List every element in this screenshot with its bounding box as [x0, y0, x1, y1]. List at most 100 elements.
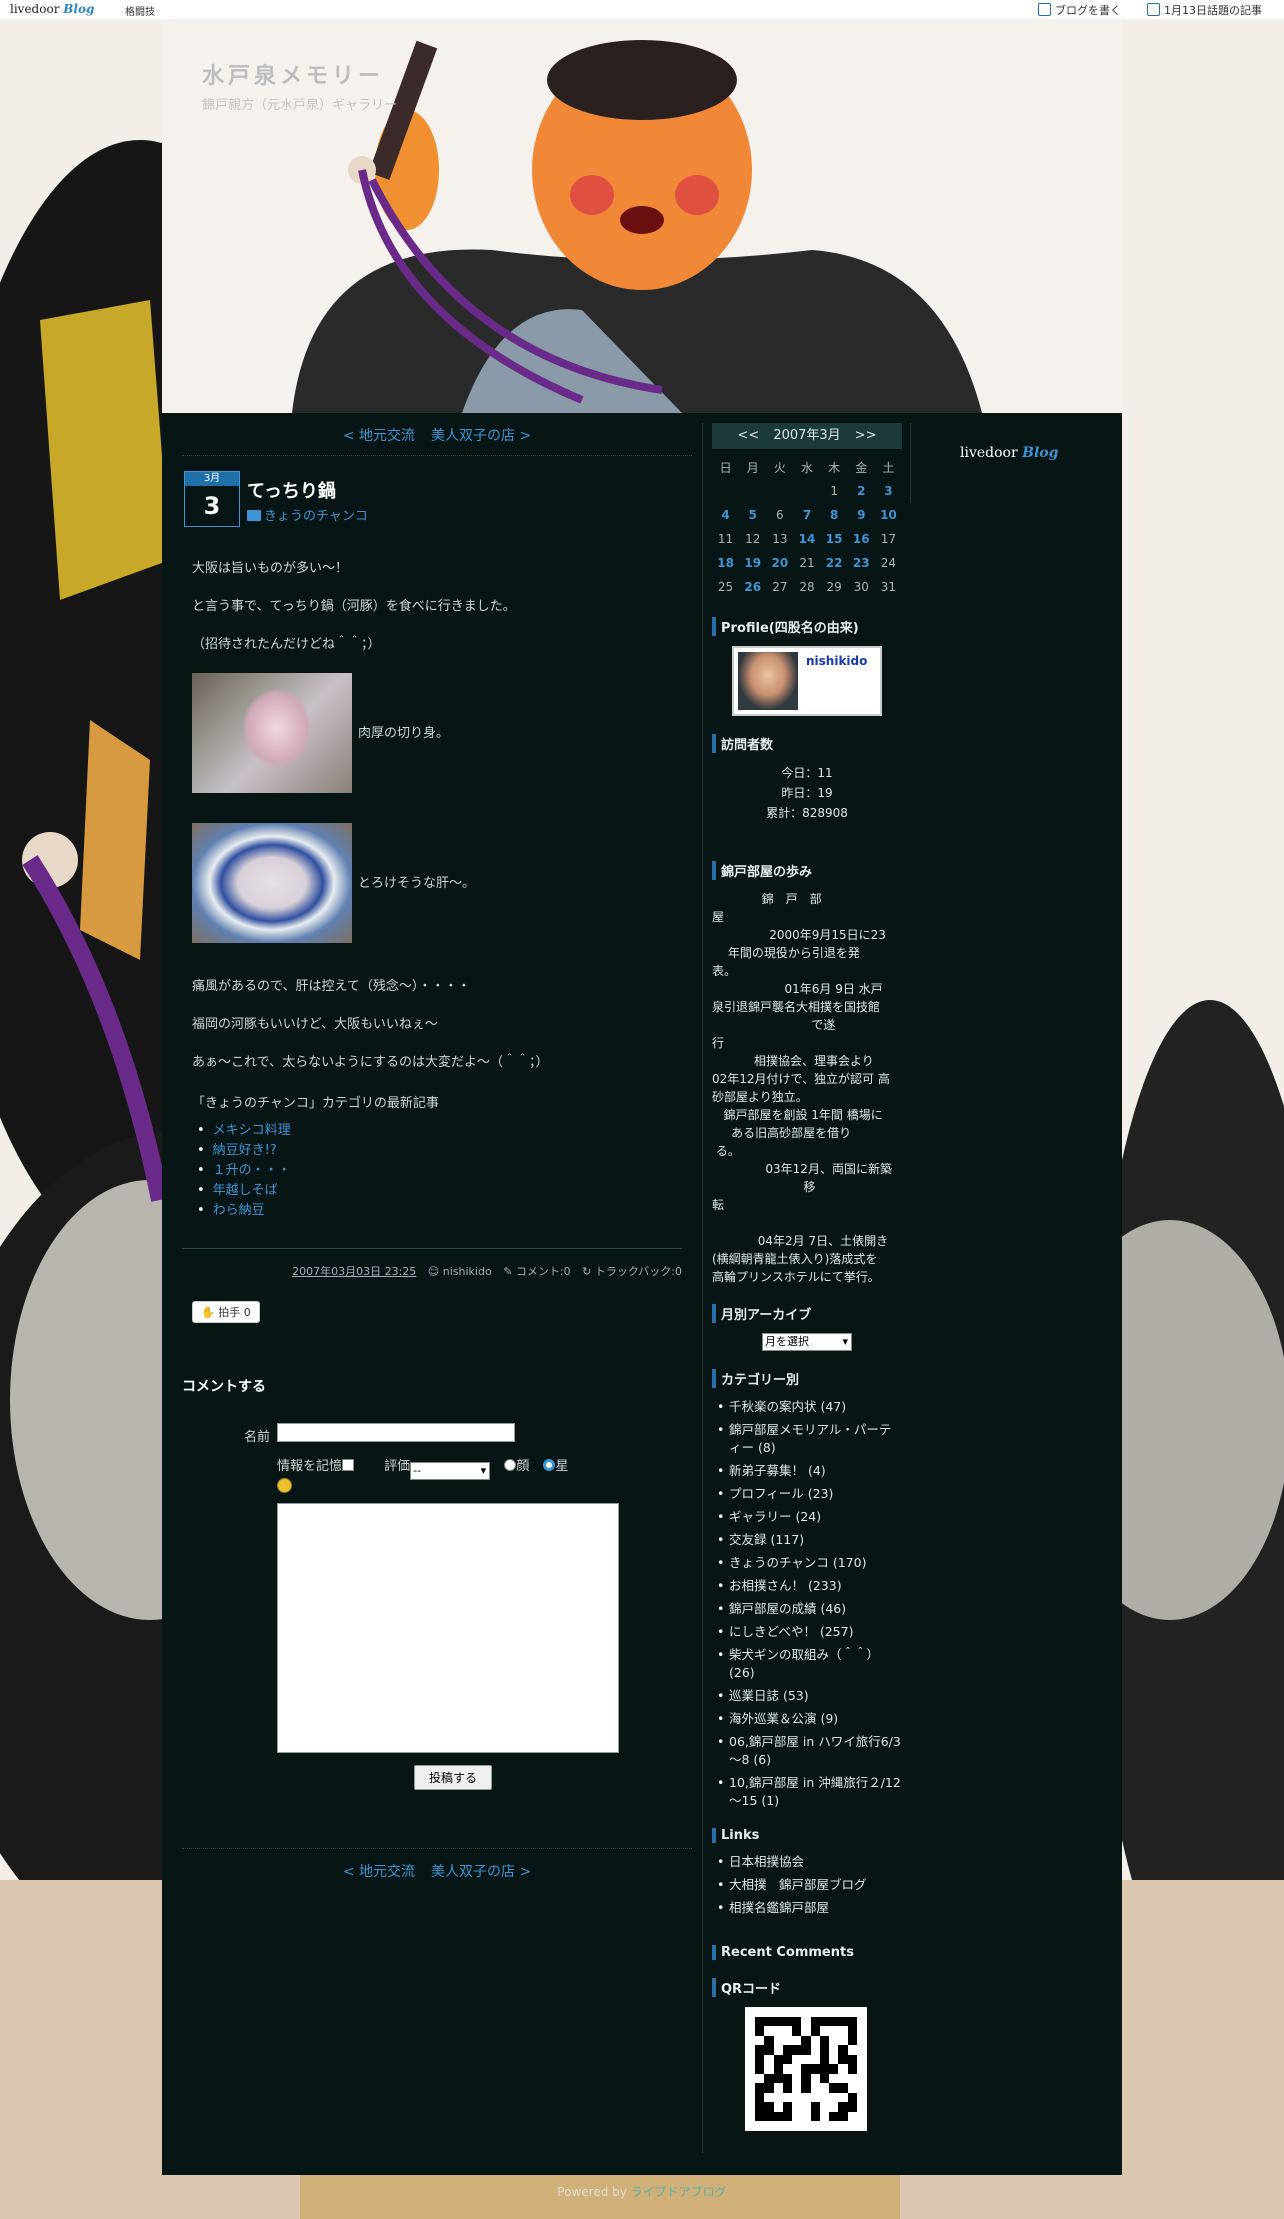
calendar-day[interactable]: 22: [821, 551, 848, 575]
list-item[interactable]: 年越しそば: [197, 1181, 672, 1201]
calendar-day[interactable]: 16: [848, 527, 875, 551]
qr-module: [810, 2064, 820, 2074]
qr-module: [810, 2054, 820, 2065]
calendar-week: 18 19 20 21 22 23 24: [712, 551, 902, 575]
calendar-day[interactable]: 19: [739, 551, 766, 575]
category-item[interactable]: 交友録 (117): [717, 1531, 902, 1549]
link-item[interactable]: 大相撲 錦戸部屋ブログ: [717, 1876, 902, 1894]
trackback-count[interactable]: トラックバック:0: [595, 1265, 682, 1278]
clap-button[interactable]: ✋ 拍手 0: [192, 1301, 260, 1323]
qr-module: [792, 2045, 802, 2055]
face-radio[interactable]: [504, 1459, 517, 1471]
calendar-day[interactable]: 9: [848, 503, 875, 527]
name-input[interactable]: [277, 1423, 515, 1442]
link-item[interactable]: 日本相撲協会: [717, 1853, 902, 1871]
calendar-day: 17: [880, 532, 897, 546]
comment-count[interactable]: コメント:0: [516, 1265, 571, 1278]
list-item[interactable]: １升の・・・: [197, 1161, 672, 1181]
archive-select[interactable]: 月を選択: [762, 1333, 852, 1351]
star-radio[interactable]: [543, 1459, 556, 1471]
category-item[interactable]: 海外巡業＆公演 (9): [717, 1710, 902, 1728]
qr-module: [847, 2054, 857, 2065]
qr-module: [773, 2092, 783, 2103]
entry-category[interactable]: きょうのチャンコ: [247, 505, 368, 524]
entry-paragraph: （招待されたんだけどね＾＾；）: [192, 637, 381, 652]
qr-module: [847, 2064, 857, 2074]
profile-name[interactable]: nishikido: [806, 654, 867, 668]
category-item[interactable]: 千秋楽の案内状 (47): [717, 1398, 902, 1416]
comment-textarea[interactable]: [277, 1503, 619, 1753]
livedoor-blog-badge[interactable]: livedoor Blog: [960, 445, 1058, 461]
calendar-day[interactable]: 2: [848, 479, 875, 503]
category-item[interactable]: 錦戸部屋の成績 (46): [717, 1600, 902, 1618]
link-item[interactable]: 相撲名鑑錦戸部屋: [717, 1899, 902, 1917]
prev-entry-link[interactable]: < 地元交流: [343, 1864, 415, 1880]
prev-entry-link[interactable]: < 地元交流: [343, 428, 415, 444]
category-item[interactable]: ギャラリー (24): [717, 1508, 902, 1526]
list-item[interactable]: 納豆好き!?: [197, 1141, 672, 1161]
qr-module: [782, 2035, 793, 2046]
category-item[interactable]: にしきどべや！ (257): [717, 1623, 902, 1641]
calendar-day[interactable]: 5: [739, 503, 766, 527]
footer-link[interactable]: ライブドアブログ: [631, 2185, 727, 2199]
calendar-day[interactable]: 15: [821, 527, 848, 551]
category-item[interactable]: 06,錦戸部屋 in ハワイ旅行6/3～8 (6): [717, 1733, 902, 1769]
qr-module: [801, 2026, 811, 2036]
calendar-day[interactable]: 14: [793, 527, 820, 551]
calendar-day[interactable]: 10: [875, 503, 902, 527]
history-heading: 錦戸部屋の歩み: [712, 861, 902, 880]
calendar-day[interactable]: 23: [848, 551, 875, 575]
qr-module: [773, 2064, 783, 2074]
entry-image-row: とろけそうな肝～。: [192, 823, 672, 943]
category-item[interactable]: お相撲さん！ (233): [717, 1577, 902, 1595]
entry-permalink[interactable]: 2007年03月03日 23:25: [292, 1265, 416, 1278]
emoticon-icon[interactable]: [277, 1478, 292, 1493]
next-entry-link[interactable]: 美人双子の店 >: [431, 1864, 531, 1880]
category-item[interactable]: きょうのチャンコ (170): [717, 1554, 902, 1572]
qr-module: [792, 2017, 802, 2027]
calendar-day[interactable]: 8: [821, 503, 848, 527]
submit-comment-button[interactable]: 投稿する: [414, 1765, 493, 1790]
category-item[interactable]: 柴犬ギンの取組み（＾＾） (26): [717, 1646, 902, 1682]
calendar-day[interactable]: 7: [793, 503, 820, 527]
qr-module: [847, 2111, 857, 2121]
qr-module: [847, 2102, 857, 2112]
calendar-next[interactable]: >>: [855, 428, 877, 443]
category-item[interactable]: 10,錦戸部屋 in 沖縄旅行２/12～15 (1): [717, 1774, 902, 1810]
qr-module: [810, 2092, 820, 2103]
entry-title[interactable]: てっちり鍋: [247, 477, 336, 503]
genre-label[interactable]: 格闘技: [125, 3, 155, 18]
calendar-day[interactable]: 3: [875, 479, 902, 503]
qr-module: [755, 2017, 765, 2027]
rating-select[interactable]: --: [410, 1462, 491, 1480]
calendar-day[interactable]: 18: [712, 551, 739, 575]
fugu-liver-photo[interactable]: [192, 823, 352, 943]
calendar-day[interactable]: 4: [712, 503, 739, 527]
calendar-day[interactable]: 26: [739, 575, 766, 599]
weekday-cell: 月: [746, 460, 759, 475]
category-latest-title: 「きょうのチャンコ」カテゴリの最新記事: [192, 1096, 439, 1111]
list-item[interactable]: わら納豆: [197, 1201, 672, 1221]
trending-link[interactable]: 1月13日話題の記事: [1147, 2, 1262, 18]
qr-module: [773, 2045, 783, 2055]
write-blog-link[interactable]: ブログを書く: [1038, 2, 1121, 18]
category-item[interactable]: 巡業日誌 (53): [717, 1687, 902, 1705]
qr-module: [755, 2083, 765, 2093]
calendar-day[interactable]: 20: [766, 551, 793, 575]
category-item[interactable]: 新弟子募集！ (4): [717, 1462, 902, 1480]
calendar-prev[interactable]: <<: [738, 428, 760, 443]
qr-module: [847, 2017, 857, 2027]
livedoor-blog-logo[interactable]: livedoor Blog: [10, 2, 94, 16]
category-item[interactable]: プロフィール (23): [717, 1485, 902, 1503]
blog-title[interactable]: 水戸泉メモリー: [202, 58, 384, 90]
fugu-sashimi-photo[interactable]: [192, 673, 352, 793]
category-item[interactable]: 錦戸部屋メモリアル・パーティー (8): [717, 1421, 902, 1457]
qr-module: [838, 2045, 848, 2055]
avatar[interactable]: [738, 652, 798, 710]
entry-category-link[interactable]: きょうのチャンコ: [264, 509, 368, 524]
next-entry-link[interactable]: 美人双子の店 >: [431, 428, 531, 444]
weekday-cell: 水: [800, 460, 813, 475]
qr-module: [819, 2054, 830, 2065]
list-item[interactable]: メキシコ料理: [197, 1121, 672, 1141]
remember-checkbox[interactable]: [342, 1459, 355, 1471]
